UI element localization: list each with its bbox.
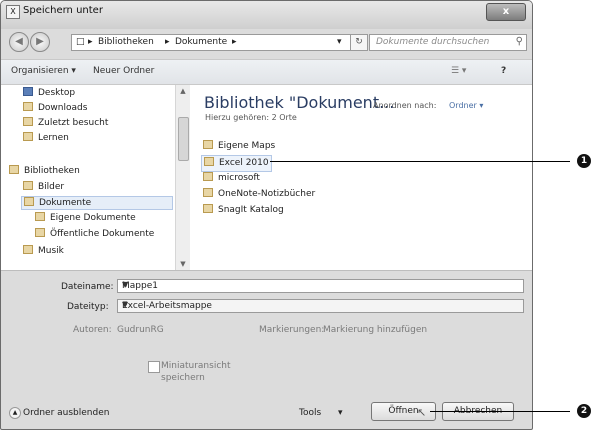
scroll-down-icon[interactable]: ▼ [176, 260, 190, 268]
file-list-pane: Bibliothek "Dokument... Hierzu gehören: … [193, 85, 532, 270]
window-title: Speichern unter [23, 5, 103, 16]
nav-item-lernen[interactable]: Lernen [23, 132, 69, 146]
save-form: Dateiname: Mappe1 ▼ Dateityp: Excel-Arbe… [1, 273, 532, 429]
arrange-by-label: Anordnen nach: [373, 101, 437, 110]
folder-icon [23, 102, 33, 111]
folder-icon [24, 197, 34, 206]
breadcrumb-bibliotheken[interactable]: Bibliotheken [98, 37, 154, 47]
title-bar[interactable]: X Speichern unter x [1, 1, 532, 29]
search-placeholder: Dokumente durchsuchen [376, 37, 490, 47]
thumbnail-checkbox[interactable] [148, 361, 160, 373]
nav-item-bilder[interactable]: Bilder [23, 181, 64, 195]
help-icon[interactable]: ? [501, 66, 506, 76]
nav-item-libraries[interactable]: Bibliotheken [9, 165, 80, 179]
filetype-label: Dateityp: [67, 302, 109, 312]
nav-item-recent[interactable]: Zuletzt besucht [23, 117, 108, 131]
thumbnail-label: Miniaturansicht [161, 361, 231, 371]
callout-badge-2: 2 [577, 404, 591, 418]
file-item[interactable]: microsoft [201, 171, 262, 186]
organize-button[interactable]: Organisieren ▾ [11, 66, 76, 76]
save-as-dialog: X Speichern unter x ◀ ▶ □ ▸ Bibliotheken… [0, 0, 533, 430]
music-icon [23, 245, 33, 254]
scroll-thumb[interactable] [178, 117, 189, 161]
nav-item-musik[interactable]: Musik [23, 245, 64, 259]
address-bar[interactable]: □ ▸ Bibliotheken ▸ Dokumente ▸ ▾ [71, 34, 351, 51]
chevron-up-icon[interactable]: ▲ [9, 407, 21, 419]
browser-pane: Desktop Downloads Zuletzt besucht Lernen… [1, 85, 532, 271]
address-row: ◀ ▶ □ ▸ Bibliotheken ▸ Dokumente ▸ ▾ ↻ D… [1, 31, 532, 55]
folder-icon [203, 204, 213, 213]
file-item[interactable]: SnagIt Katalog [201, 203, 286, 218]
file-item[interactable]: Eigene Maps [201, 139, 277, 154]
address-folder-icon: □ [76, 37, 85, 47]
filename-label: Dateiname: [61, 282, 114, 292]
new-folder-button[interactable]: Neuer Ordner [93, 66, 154, 76]
file-item[interactable]: OneNote-Notizbücher [201, 187, 317, 202]
scroll-up-icon[interactable]: ▲ [176, 87, 190, 95]
callout-line-2 [430, 411, 570, 412]
nav-item-downloads[interactable]: Downloads [23, 102, 87, 116]
nav-item-public-documents[interactable]: Öffentliche Dokumente [35, 228, 154, 242]
nav-item-desktop[interactable]: Desktop [23, 87, 75, 101]
chevron-down-icon: ▼ [122, 300, 129, 309]
address-dropdown-icon[interactable]: ▾ [337, 37, 342, 47]
refresh-button[interactable]: ↻ [350, 34, 368, 51]
folder-icon [203, 172, 213, 181]
nav-item-dokumente[interactable]: Dokumente [21, 196, 173, 210]
view-options-button[interactable]: ☰ ▾ [451, 66, 466, 76]
callout-line-1 [270, 161, 570, 162]
folder-icon [23, 117, 33, 126]
chevron-right-icon: ▸ [232, 37, 237, 47]
folder-icon [23, 181, 33, 190]
open-button[interactable]: Öffnen ↖ [371, 402, 436, 421]
search-icon[interactable]: ⚲ [516, 36, 523, 47]
library-title: Bibliothek "Dokument... [204, 93, 395, 112]
folder-icon [203, 140, 213, 149]
library-icon [9, 165, 19, 174]
chevron-down-icon[interactable]: ▼ [122, 280, 520, 289]
hide-folders-link[interactable]: Ordner ausblenden [23, 408, 109, 418]
tools-button[interactable]: Tools [299, 408, 321, 418]
chevron-right-icon: ▸ [88, 37, 93, 47]
thumbnail-label-line2: speichern [161, 373, 205, 383]
filetype-select[interactable]: Excel-Arbeitsmappe ▼ [117, 299, 524, 313]
folder-icon [23, 132, 33, 141]
folder-icon [35, 212, 45, 221]
tags-value[interactable]: Markierung hinzufügen [323, 325, 427, 335]
tags-label: Markierungen: [259, 325, 325, 335]
excel-app-icon: X [6, 5, 20, 19]
cursor-icon: ↖ [417, 406, 427, 419]
desktop-icon [23, 87, 33, 96]
folder-icon [204, 157, 214, 166]
back-button[interactable]: ◀ [9, 32, 29, 52]
nav-item-eigene-dokumente[interactable]: Eigene Dokumente [35, 212, 136, 226]
folder-icon [203, 188, 213, 197]
library-subtitle[interactable]: Hierzu gehören: 2 Orte [205, 113, 297, 122]
navigation-pane: Desktop Downloads Zuletzt besucht Lernen… [1, 85, 191, 270]
forward-button[interactable]: ▶ [30, 32, 50, 52]
filename-field[interactable]: Mappe1 ▼ [117, 279, 524, 293]
callout-badge-1: 1 [577, 154, 591, 168]
command-toolbar: Organisieren ▾ Neuer Ordner ☰ ▾ ? [1, 59, 532, 85]
authors-value[interactable]: GudrunRG [117, 325, 164, 335]
authors-label: Autoren: [73, 325, 112, 335]
file-item-selected[interactable]: Excel 2010 [201, 155, 272, 172]
folder-icon [35, 228, 45, 237]
tools-dropdown-icon[interactable]: ▾ [338, 408, 343, 418]
search-input[interactable]: Dokumente durchsuchen ⚲ [369, 34, 527, 51]
arrange-by-dropdown[interactable]: Ordner ▾ [449, 101, 483, 110]
close-button[interactable]: x [486, 3, 526, 21]
chevron-right-icon: ▸ [165, 37, 170, 47]
nav-scrollbar[interactable]: ▲ ▼ [175, 85, 190, 270]
breadcrumb-dokumente[interactable]: Dokumente [175, 37, 227, 47]
